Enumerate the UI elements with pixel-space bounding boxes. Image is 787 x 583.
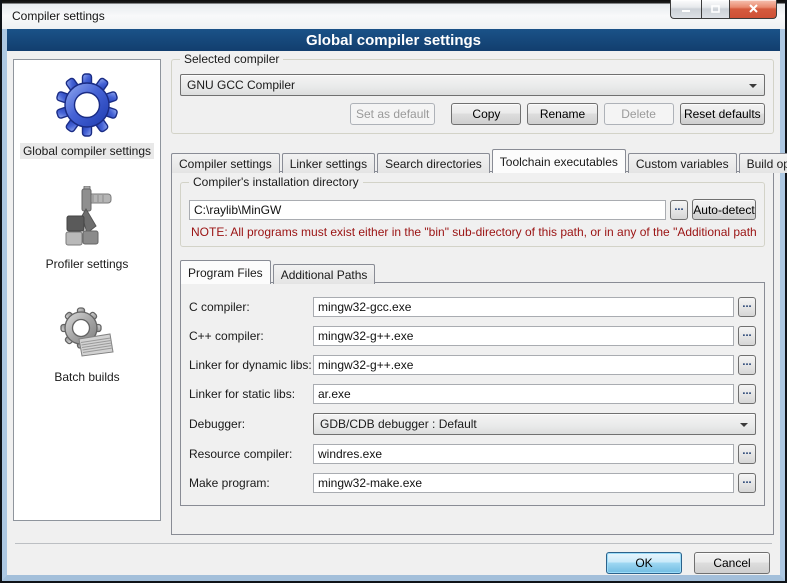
- toolchain-executables-panel: Compiler's installation directory ... Au…: [171, 171, 774, 535]
- sidebar-item-batch-builds[interactable]: Batch builds: [51, 299, 122, 385]
- make-program-row: Make program: ...: [189, 473, 756, 493]
- field-label: C compiler:: [189, 300, 313, 314]
- cpp-compiler-browse-button[interactable]: ...: [738, 326, 756, 346]
- sidebar-item-label: Global compiler settings: [20, 143, 154, 159]
- compiler-settings-dialog: Compiler settings Global compiler set: [0, 0, 787, 583]
- restore-icon: [710, 4, 721, 14]
- compiler-select[interactable]: GNU GCC Compiler: [180, 74, 765, 96]
- tab-search-directories[interactable]: Search directories: [377, 153, 490, 173]
- selected-compiler-group-label: Selected compiler: [180, 52, 283, 66]
- ok-button[interactable]: OK: [606, 552, 682, 574]
- debugger-select[interactable]: GDB/CDB debugger : Default: [313, 413, 756, 435]
- restore-button[interactable]: [701, 0, 730, 19]
- tab-build-options[interactable]: Build options: [739, 153, 787, 173]
- field-label: Linker for dynamic libs:: [189, 358, 313, 372]
- installation-directory-group-label: Compiler's installation directory: [189, 175, 363, 189]
- blue-gear-icon: [55, 73, 119, 137]
- program-files-tab-strip: Program Files Additional Paths: [180, 259, 765, 283]
- sidebar-item-profiler-settings[interactable]: Profiler settings: [43, 186, 132, 272]
- static-linker-browse-button[interactable]: ...: [738, 384, 756, 404]
- close-button[interactable]: [730, 0, 777, 19]
- sidebar-item-global-compiler-settings[interactable]: Global compiler settings: [20, 73, 154, 159]
- copy-button[interactable]: Copy: [451, 103, 521, 125]
- delete-button: Delete: [604, 103, 674, 125]
- settings-tab-strip: Compiler settings Linker settings Search…: [171, 148, 774, 172]
- cpp-compiler-row: C++ compiler: ...: [189, 326, 756, 346]
- sidebar-item-label: Batch builds: [51, 369, 122, 385]
- page-header: Global compiler settings: [7, 29, 780, 51]
- dynamic-linker-input[interactable]: [313, 355, 734, 375]
- make-program-input[interactable]: [313, 473, 734, 493]
- field-label: Make program:: [189, 476, 313, 490]
- window-title: Compiler settings: [12, 9, 105, 23]
- installation-directory-browse-button[interactable]: ...: [670, 200, 688, 220]
- program-files-panel: C compiler: ... C++ compiler: ...: [180, 282, 765, 506]
- c-compiler-input[interactable]: [313, 297, 734, 317]
- static-linker-row: Linker for static libs: ...: [189, 384, 756, 404]
- resource-compiler-row: Resource compiler: ...: [189, 444, 756, 464]
- field-label: C++ compiler:: [189, 329, 313, 343]
- minimize-icon: [681, 5, 691, 14]
- c-compiler-row: C compiler: ...: [189, 297, 756, 317]
- minimize-button[interactable]: [670, 0, 701, 19]
- resource-compiler-browse-button[interactable]: ...: [738, 444, 756, 464]
- sidebar-item-label: Profiler settings: [43, 256, 132, 272]
- c-compiler-browse-button[interactable]: ...: [738, 297, 756, 317]
- tab-program-files[interactable]: Program Files: [180, 260, 271, 284]
- tab-additional-paths[interactable]: Additional Paths: [273, 264, 376, 284]
- rename-button[interactable]: Rename: [527, 103, 597, 125]
- reset-defaults-button[interactable]: Reset defaults: [680, 103, 765, 125]
- compiler-select-value: GNU GCC Compiler: [187, 78, 295, 92]
- debugger-row: Debugger: GDB/CDB debugger : Default: [189, 413, 756, 435]
- field-label: Resource compiler:: [189, 447, 313, 461]
- resource-compiler-input[interactable]: [313, 444, 734, 464]
- gray-gear-papers-icon: [55, 299, 119, 363]
- window-controls: [670, 0, 777, 19]
- installation-directory-group: Compiler's installation directory ... Au…: [180, 182, 765, 247]
- dynamic-linker-browse-button[interactable]: ...: [738, 355, 756, 375]
- close-icon: [748, 4, 759, 14]
- make-program-browse-button[interactable]: ...: [738, 473, 756, 493]
- tab-compiler-settings[interactable]: Compiler settings: [171, 153, 280, 173]
- titlebar: Compiler settings: [2, 0, 785, 29]
- cpp-compiler-input[interactable]: [313, 326, 734, 346]
- tab-linker-settings[interactable]: Linker settings: [282, 153, 375, 173]
- tab-toolchain-executables[interactable]: Toolchain executables: [492, 149, 626, 173]
- settings-category-list: Global compiler settings: [13, 59, 161, 521]
- dialog-body: Global compiler settings: [2, 29, 785, 581]
- auto-detect-button[interactable]: Auto-detect: [692, 199, 756, 220]
- selected-compiler-group: Selected compiler GNU GCC Compiler Set a…: [171, 59, 774, 134]
- chevron-down-icon: [749, 84, 757, 88]
- chevron-down-icon: [740, 423, 748, 427]
- field-label: Linker for static libs:: [189, 387, 313, 401]
- bin-subdirectory-note: NOTE: All programs must exist either in …: [191, 225, 756, 239]
- cancel-button[interactable]: Cancel: [694, 552, 770, 574]
- footer: OK Cancel: [7, 544, 780, 574]
- field-label: Debugger:: [189, 417, 313, 431]
- debugger-select-value: GDB/CDB debugger : Default: [320, 417, 477, 431]
- page-title: Global compiler settings: [306, 32, 481, 49]
- tab-custom-variables[interactable]: Custom variables: [628, 153, 737, 173]
- installation-directory-input[interactable]: [189, 200, 666, 220]
- static-linker-input[interactable]: [313, 384, 734, 404]
- calipers-icon: [55, 186, 119, 250]
- dynamic-linker-row: Linker for dynamic libs: ...: [189, 355, 756, 375]
- set-as-default-button: Set as default: [350, 103, 435, 125]
